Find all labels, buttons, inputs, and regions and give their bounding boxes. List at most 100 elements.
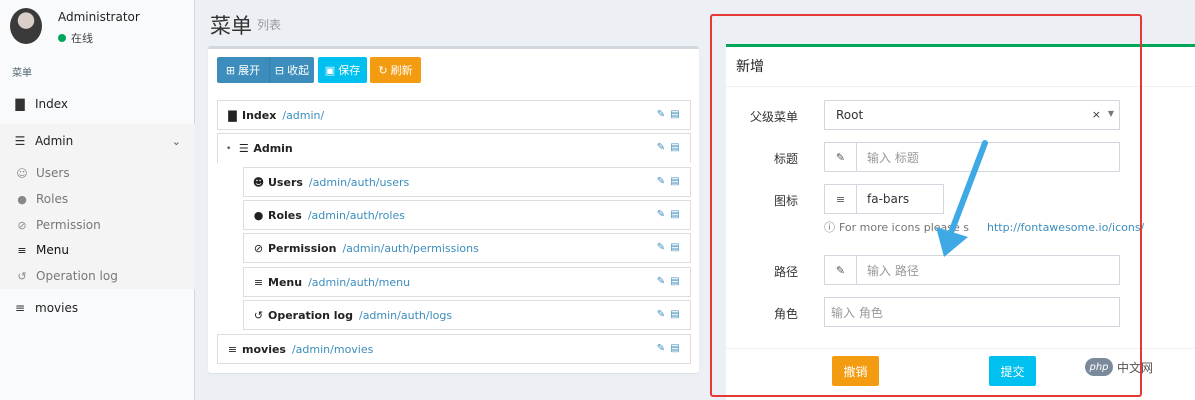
info-circle-icon: ⓘ (824, 221, 835, 234)
icon-input-group: ≡ fa-bars (824, 184, 944, 214)
refresh-button[interactable]: ↻ 刷新 (370, 57, 421, 83)
tree-item-title: Menu (268, 275, 303, 289)
tree-item-uri[interactable]: /admin/auth/roles (308, 209, 405, 222)
user-status-label: 在线 (71, 32, 93, 45)
tree-item-uri[interactable]: /admin/auth/logs (359, 309, 452, 322)
tree-item-uri[interactable]: /admin/auth/users (309, 176, 409, 189)
bars-icon: ≡ (227, 342, 238, 356)
sidebar-item-index[interactable]: ▇ Index (0, 92, 195, 116)
form-title: 新增 (736, 59, 764, 75)
sidebar-item-label: movies (35, 301, 79, 315)
tree-item-title: Users (268, 175, 303, 189)
trash-icon[interactable]: ▤ (670, 343, 680, 354)
edit-icon[interactable]: ✎ (656, 242, 666, 253)
tree-row-movies[interactable]: ≡ movies /admin/movies ✎ ▤ (217, 334, 691, 364)
collapse-button[interactable]: ⊟ 收起 (269, 57, 314, 83)
tree-item-title: Index (242, 108, 277, 122)
edit-icon[interactable]: ✎ (656, 109, 666, 120)
tree-item-title: movies (242, 342, 286, 356)
tree-item-uri[interactable]: /admin/auth/menu (308, 276, 410, 289)
save-icon: ▣ (324, 63, 336, 77)
trash-icon[interactable]: ▤ (670, 209, 680, 220)
bars-icon: ≡ (17, 243, 27, 257)
save-button[interactable]: ▣ 保存 (318, 57, 367, 83)
path-input[interactable]: 输入 路径 (857, 256, 1119, 284)
tree-row-index[interactable]: ▇ Index /admin/ ✎ ▤ (217, 100, 691, 130)
bar-chart-icon: ▇ (228, 108, 237, 122)
edit-icon[interactable]: ✎ (656, 309, 666, 320)
edit-icon[interactable]: ✎ (656, 176, 666, 187)
parent-menu-select[interactable]: Root × ▼ (824, 100, 1120, 130)
submit-button[interactable]: 提交 (989, 356, 1036, 386)
role-label: 角色 (773, 307, 798, 321)
reset-button[interactable]: 撤销 (832, 356, 879, 386)
tree-item-title: Operation log (268, 308, 353, 322)
parent-menu-label: 父级菜单 (749, 110, 798, 124)
sidebar-item-users[interactable]: ☺ Users (0, 164, 195, 182)
bars-icon: ≡ (14, 301, 26, 315)
title-input-group: ✎ 输入 标题 (824, 142, 1120, 172)
row-actions: ✎ ▤ (656, 209, 680, 220)
trash-icon[interactable]: ▤ (670, 276, 680, 287)
edit-icon[interactable]: ✎ (656, 142, 666, 153)
sidebar-item-permission[interactable]: ⊘ Permission (0, 216, 195, 234)
title-input[interactable]: 输入 标题 (857, 143, 1119, 171)
expand-button[interactable]: ⊞ 展开 (217, 57, 269, 83)
sidebar-item-roles[interactable]: ● Roles (0, 190, 195, 208)
tree-row-permission[interactable]: ⊘ Permission /admin/auth/permissions ✎ ▤ (243, 233, 691, 263)
row-actions: ✎ ▤ (656, 142, 680, 153)
role-input[interactable]: 输入 角色 (825, 298, 1119, 326)
row-actions: ✎ ▤ (656, 276, 680, 287)
clear-icon[interactable]: × (1092, 108, 1101, 121)
fontawesome-link[interactable]: http://fontawesome.io/icons/ (987, 221, 1144, 234)
pencil-icon: ✎ (825, 143, 857, 171)
tree-item-uri[interactable]: /admin/ (282, 109, 324, 122)
tasks-icon: ☰ (238, 142, 249, 155)
icon-help-text: ⓘ For more icons please s http://fontawe… (824, 219, 1144, 235)
edit-icon[interactable]: ✎ (656, 343, 666, 354)
avatar (10, 8, 42, 44)
sidebar-item-operation-log[interactable]: ↺ Operation log (0, 267, 195, 285)
edit-icon[interactable]: ✎ (656, 209, 666, 220)
save-label: 保存 (338, 64, 361, 77)
caret-down-icon: ▼ (1107, 109, 1114, 118)
icon-input[interactable]: fa-bars (857, 185, 943, 213)
tasks-icon: ☰ (14, 134, 26, 148)
user-icon: ● (253, 208, 264, 222)
expand-icon: ⊞ (225, 63, 236, 77)
tree-row-roles[interactable]: ● Roles /admin/auth/roles ✎ ▤ (243, 200, 691, 230)
history-icon: ↺ (17, 269, 27, 283)
refresh-label: 刷新 (390, 64, 413, 77)
user-panel: Administrator 在线 (0, 0, 195, 56)
bar-chart-icon: ▇ (15, 97, 25, 111)
tree-row-menu[interactable]: ≡ Menu /admin/auth/menu ✎ ▤ (243, 267, 691, 297)
user-status: 在线 (58, 30, 93, 46)
edit-icon[interactable]: ✎ (656, 276, 666, 287)
trash-icon[interactable]: ▤ (670, 109, 680, 120)
tree-row-users[interactable]: ☻ Users /admin/auth/users ✎ ▤ (243, 167, 691, 197)
row-actions: ✎ ▤ (656, 343, 680, 354)
trash-icon[interactable]: ▤ (670, 142, 680, 153)
collapse-toggle-icon[interactable]: • (226, 144, 231, 154)
sidebar-item-label: Menu (36, 243, 69, 257)
watermark-text: 中文网 (1117, 360, 1154, 375)
icon-label: 图标 (773, 194, 798, 208)
users-icon: ☺ (16, 166, 28, 180)
user-icon: ● (17, 192, 27, 206)
row-actions: ✎ ▤ (656, 176, 680, 187)
tree-item-title: Permission (268, 241, 337, 255)
tree-item-uri[interactable]: /admin/movies (292, 343, 373, 356)
sidebar-item-menu[interactable]: ≡ Menu (0, 241, 195, 259)
parent-menu-value: Root (836, 108, 864, 122)
tree-row-admin[interactable]: • ☰ Admin ✎ ▤ (217, 133, 691, 163)
form-divider (726, 86, 1195, 87)
trash-icon[interactable]: ▤ (670, 176, 680, 187)
sidebar-item-admin[interactable]: ☰ Admin ⌄ (0, 124, 195, 158)
sidebar-item-label: Users (36, 166, 70, 180)
trash-icon[interactable]: ▤ (670, 242, 680, 253)
tree-item-uri[interactable]: /admin/auth/permissions (342, 242, 478, 255)
sidebar-item-movies[interactable]: ≡ movies (0, 298, 195, 318)
trash-icon[interactable]: ▤ (670, 309, 680, 320)
collapse-icon: ⊟ (274, 63, 285, 77)
tree-row-operation-log[interactable]: ↺ Operation log /admin/auth/logs ✎ ▤ (243, 300, 691, 330)
